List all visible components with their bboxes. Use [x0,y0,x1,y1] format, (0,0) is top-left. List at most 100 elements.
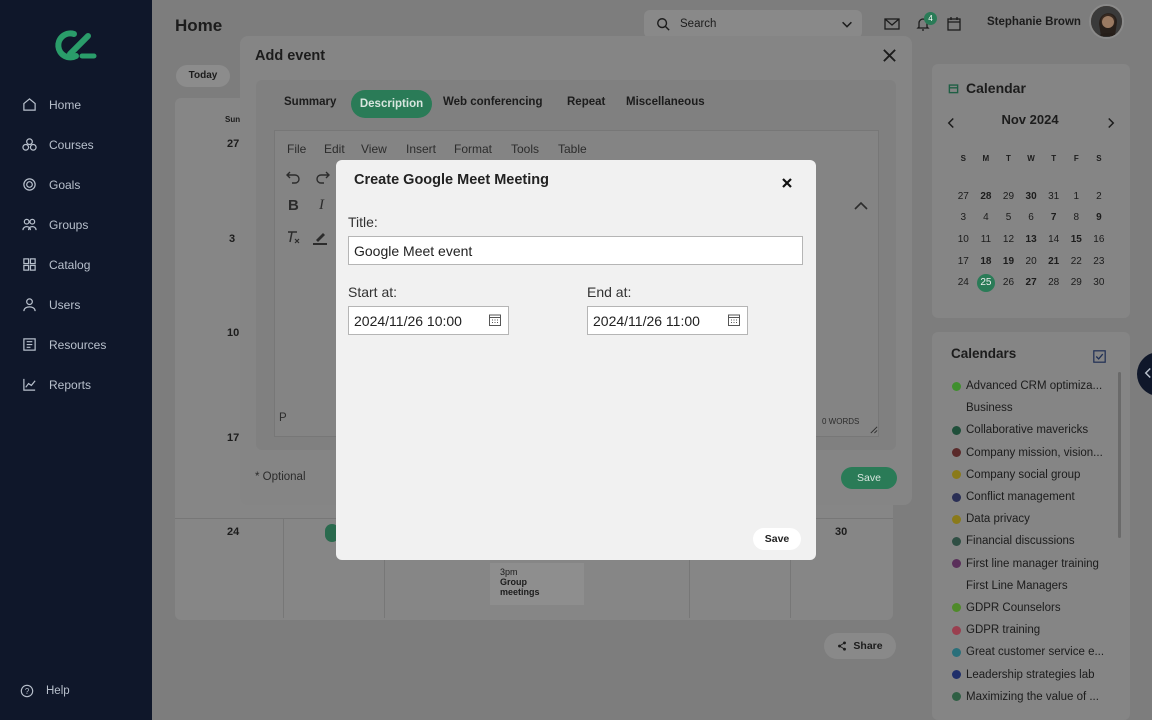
close-icon[interactable] [779,175,795,191]
calendar-list-item[interactable]: First Line Managers [952,575,1114,597]
chevron-right-icon[interactable] [1105,117,1117,129]
highlight-icon[interactable] [312,229,328,245]
redo-icon[interactable] [315,168,331,184]
avatar[interactable] [1089,4,1124,39]
day-cell[interactable]: 6 [1020,212,1043,223]
date-cell[interactable]: 3 [229,233,235,245]
day-cell[interactable]: 13 [1020,234,1043,245]
day-cell[interactable]: 11 [975,234,998,245]
day-cell[interactable]: 30 [1020,191,1043,202]
sidebar-item-resources[interactable]: Resources [22,337,106,352]
sidebar-item-reports[interactable]: Reports [22,377,91,392]
end-datetime-field[interactable] [587,306,748,335]
save-button[interactable]: Save [753,528,801,550]
checkbox-icon[interactable] [1093,350,1106,363]
end-datetime-input[interactable] [588,312,718,329]
day-cell[interactable]: 1 [1065,191,1088,202]
day-cell[interactable]: 3 [952,212,975,223]
day-cell[interactable]: 31 [1042,191,1065,202]
day-cell[interactable]: 23 [1088,256,1111,267]
chevron-up-icon[interactable] [853,199,869,211]
calendar-list-item[interactable]: Maximizing the value of ... [952,686,1114,708]
day-cell[interactable]: 29 [1065,277,1088,288]
day-cell[interactable]: 29 [997,191,1020,202]
day-cell[interactable]: 17 [952,256,975,267]
day-cell[interactable]: 20 [1020,256,1043,267]
today-button[interactable]: Today [176,65,230,87]
close-icon[interactable] [882,48,897,63]
date-cell[interactable]: 27 [227,138,239,150]
calendar-list-item[interactable]: Data privacy [952,508,1114,530]
day-cell[interactable]: 16 [1088,234,1111,245]
day-cell[interactable]: 30 [1088,277,1111,288]
tab-miscellaneous[interactable]: Miscellaneous [626,96,705,108]
menu-format[interactable]: Format [454,142,492,156]
day-cell[interactable]: 27 [1020,277,1043,288]
date-cell[interactable]: 17 [227,432,239,444]
day-cell[interactable]: 2 [1088,191,1111,202]
username[interactable]: Stephanie Brown [987,16,1081,28]
chevron-left-icon[interactable] [945,117,957,129]
day-cell[interactable]: 12 [997,234,1020,245]
help-link[interactable]: ? Help [20,684,70,698]
calendar-list-item[interactable]: First line manager training [952,553,1114,575]
tab-summary[interactable]: Summary [284,96,336,108]
calendar-list-item[interactable]: Company social group [952,464,1114,486]
day-cell[interactable]: 8 [1065,212,1088,223]
calendar-icon[interactable] [946,16,962,32]
menu-table[interactable]: Table [558,142,587,156]
start-datetime-input[interactable] [349,312,479,329]
date-cell[interactable]: 24 [227,526,239,538]
day-cell[interactable]: 22 [1065,256,1088,267]
day-cell[interactable]: 28 [1042,277,1065,288]
day-cell[interactable]: 9 [1088,212,1111,223]
italic-icon[interactable]: I [319,197,324,214]
day-cell[interactable]: 10 [952,234,975,245]
share-button[interactable]: Share [824,633,896,659]
menu-edit[interactable]: Edit [324,142,345,156]
day-cell[interactable]: 7 [1042,212,1065,223]
calendar-picker-icon[interactable] [728,314,740,326]
day-cell[interactable]: 18 [975,256,998,267]
calendar-list-item[interactable]: Leadership strategies lab [952,663,1114,685]
chevron-down-icon[interactable] [840,17,854,31]
menu-insert[interactable]: Insert [406,142,436,156]
tab-description[interactable]: Description [351,90,432,118]
clear-formatting-icon[interactable] [285,229,301,245]
menu-tools[interactable]: Tools [511,142,539,156]
day-cell[interactable]: 19 [997,256,1020,267]
calendar-picker-icon[interactable] [489,314,501,326]
day-cell[interactable]: 21 [1042,256,1065,267]
day-cell-selected[interactable]: 25 [976,273,995,292]
calendar-event[interactable]: 3pm Group meetings [490,563,584,605]
calendar-list-item[interactable]: Advanced CRM optimiza... [952,375,1114,397]
day-cell[interactable]: 5 [997,212,1020,223]
date-cell[interactable]: 10 [227,327,239,339]
resize-handle-icon[interactable] [869,425,878,434]
calendar-list-item[interactable]: Financial discussions [952,530,1114,552]
day-cell[interactable]: 14 [1042,234,1065,245]
day-cell[interactable]: 27 [952,191,975,202]
add-event-save-button[interactable]: Save [841,467,897,489]
search-bar[interactable]: Search [644,10,862,38]
date-cell[interactable]: 30 [835,526,847,538]
day-cell[interactable]: 15 [1065,234,1088,245]
tab-repeat[interactable]: Repeat [567,96,605,108]
menu-file[interactable]: File [287,142,306,156]
day-cell[interactable]: 4 [975,212,998,223]
tab-web-conferencing[interactable]: Web conferencing [443,96,542,108]
calendar-list-item[interactable]: Business [952,397,1114,419]
sidebar-item-groups[interactable]: Groups [22,217,88,232]
bold-icon[interactable]: B [288,197,299,214]
meeting-title-input[interactable] [348,236,803,265]
calendar-list-item[interactable]: Conflict management [952,486,1114,508]
start-datetime-field[interactable] [348,306,509,335]
day-cell[interactable]: 28 [975,191,998,202]
calendar-list-item[interactable]: GDPR training [952,619,1114,641]
mail-icon[interactable] [884,16,900,32]
sidebar-item-catalog[interactable]: Catalog [22,257,90,272]
calendar-list-item[interactable]: Company mission, vision... [952,442,1114,464]
undo-icon[interactable] [285,168,301,184]
sidebar-item-users[interactable]: Users [22,297,80,312]
calendar-list-item[interactable]: GDPR Counselors [952,597,1114,619]
